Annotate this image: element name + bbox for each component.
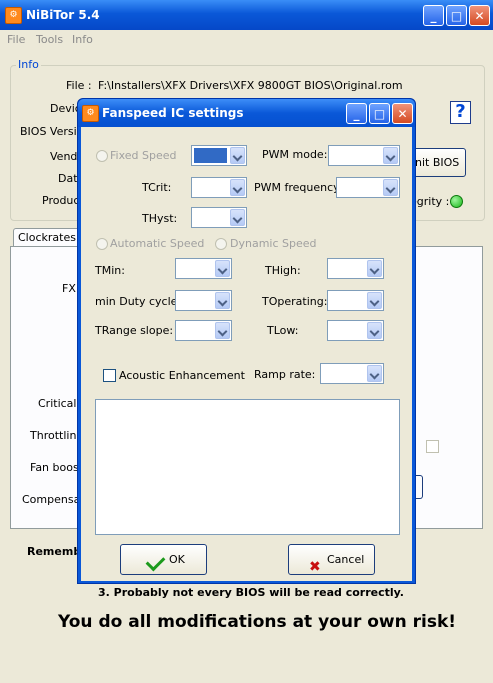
toperating-label: TOperating: xyxy=(262,295,328,308)
chevron-down-icon[interactable] xyxy=(367,260,382,277)
dialog-app-icon: ⚙ xyxy=(82,105,99,122)
dialog-title-bar: ⚙ Fanspeed IC settings _ □ ✕ xyxy=(78,99,415,127)
menu-bar: File Tools Info xyxy=(0,30,493,50)
panel-checkbox[interactable] xyxy=(426,440,439,453)
pwm-mode-combo[interactable] xyxy=(328,145,400,166)
minimize-button[interactable]: _ xyxy=(423,5,444,26)
fan-boost-label: Fan boost xyxy=(30,461,84,474)
pwm-frequency-label: PWM frequency: xyxy=(254,181,343,194)
thyst-label: THyst: xyxy=(142,212,178,225)
vendor-label: Vend xyxy=(50,150,78,163)
tmin-combo[interactable] xyxy=(175,258,232,279)
fixed-speed-combo[interactable] xyxy=(191,145,247,166)
chevron-down-icon[interactable] xyxy=(367,292,382,309)
ok-button[interactable]: OK xyxy=(120,544,207,575)
chevron-down-icon[interactable] xyxy=(367,322,382,339)
app-icon: ⚙ xyxy=(5,7,22,24)
note-3: 3. Probably not every BIOS will be read … xyxy=(98,586,404,599)
chevron-down-icon[interactable] xyxy=(367,365,382,382)
chevron-down-icon[interactable] xyxy=(383,179,398,196)
min-duty-cycle-combo[interactable] xyxy=(175,290,232,311)
maximize-button[interactable]: □ xyxy=(446,5,467,26)
automatic-speed-radio[interactable] xyxy=(96,238,108,250)
compensat-label: Compensat xyxy=(22,493,85,506)
dialog-maximize-button[interactable]: □ xyxy=(369,103,390,124)
min-duty-cycle-label: min Duty cycle: xyxy=(95,295,182,308)
tmin-label: TMin: xyxy=(95,264,125,277)
dialog-minimize-button[interactable]: _ xyxy=(346,103,367,124)
trange-slope-label: TRange slope: xyxy=(95,324,174,337)
chevron-down-icon[interactable] xyxy=(230,209,245,226)
combo-selection xyxy=(194,148,227,163)
panel-button-edge[interactable] xyxy=(416,475,423,499)
ok-label: OK xyxy=(169,553,185,566)
pwm-mode-label: PWM mode: xyxy=(262,148,328,161)
toperating-combo[interactable] xyxy=(327,290,384,311)
main-title-bar: ⚙ NiBiTor 5.4 _ □ ✕ xyxy=(0,0,493,30)
throttling-label: Throttling xyxy=(30,429,84,442)
help-button[interactable]: ? xyxy=(450,101,471,124)
menu-tools[interactable]: Tools xyxy=(36,33,63,46)
info-legend: Info xyxy=(16,58,41,71)
tab-clockrates[interactable]: Clockrates xyxy=(13,228,81,246)
window-title: NiBiTor 5.4 xyxy=(26,8,100,22)
acoustic-enhancement-checkbox[interactable] xyxy=(103,369,116,382)
file-path-value: F:\Installers\XFX Drivers\XFX 9800GT BIO… xyxy=(98,79,403,92)
thigh-combo[interactable] xyxy=(327,258,384,279)
dynamic-speed-label: Dynamic Speed xyxy=(230,237,317,250)
trange-slope-combo[interactable] xyxy=(175,320,232,341)
critical-label: Critical xyxy=(38,397,77,410)
checkmark-icon xyxy=(145,551,166,572)
pwm-frequency-combo[interactable] xyxy=(336,177,400,198)
menu-file[interactable]: File xyxy=(7,33,25,46)
date-label: Dat xyxy=(58,172,78,185)
tlow-label: TLow: xyxy=(267,324,299,337)
acoustic-enhancement-label: Acoustic Enhancement xyxy=(119,369,245,382)
chevron-down-icon[interactable] xyxy=(230,179,245,196)
dynamic-speed-radio[interactable] xyxy=(215,238,227,250)
chevron-down-icon[interactable] xyxy=(383,147,398,164)
bios-version-label: BIOS Versic xyxy=(20,125,83,138)
cancel-button[interactable]: ✖ Cancel xyxy=(288,544,375,575)
tlow-combo[interactable] xyxy=(327,320,384,341)
dialog-title: Fanspeed IC settings xyxy=(102,106,244,120)
tcrit-combo[interactable] xyxy=(191,177,247,198)
fixed-speed-radio[interactable] xyxy=(96,150,108,162)
close-button[interactable]: ✕ xyxy=(469,5,490,26)
ramp-rate-combo[interactable] xyxy=(320,363,384,384)
tcrit-label: TCrit: xyxy=(142,181,172,194)
chevron-down-icon[interactable] xyxy=(215,260,230,277)
integrity-status-icon xyxy=(450,195,463,208)
fx-label: FX xyxy=(62,282,76,295)
thyst-combo[interactable] xyxy=(191,207,247,228)
product-label: Produc xyxy=(42,194,80,207)
ramp-rate-label: Ramp rate: xyxy=(254,368,316,381)
cancel-label: Cancel xyxy=(327,553,365,566)
dialog-close-button[interactable]: ✕ xyxy=(392,103,413,124)
chevron-down-icon[interactable] xyxy=(215,322,230,339)
fixed-speed-label: Fixed Speed xyxy=(110,149,177,162)
risk-warning: You do all modifications at your own ris… xyxy=(58,612,457,632)
menu-info[interactable]: Info xyxy=(72,33,93,46)
file-label: File : xyxy=(66,79,92,92)
chevron-down-icon[interactable] xyxy=(230,147,245,164)
x-icon: ✖ xyxy=(309,559,321,575)
info-memo[interactable] xyxy=(95,399,400,535)
chevron-down-icon[interactable] xyxy=(215,292,230,309)
automatic-speed-label: Automatic Speed xyxy=(110,237,205,250)
thigh-label: THigh: xyxy=(265,264,301,277)
